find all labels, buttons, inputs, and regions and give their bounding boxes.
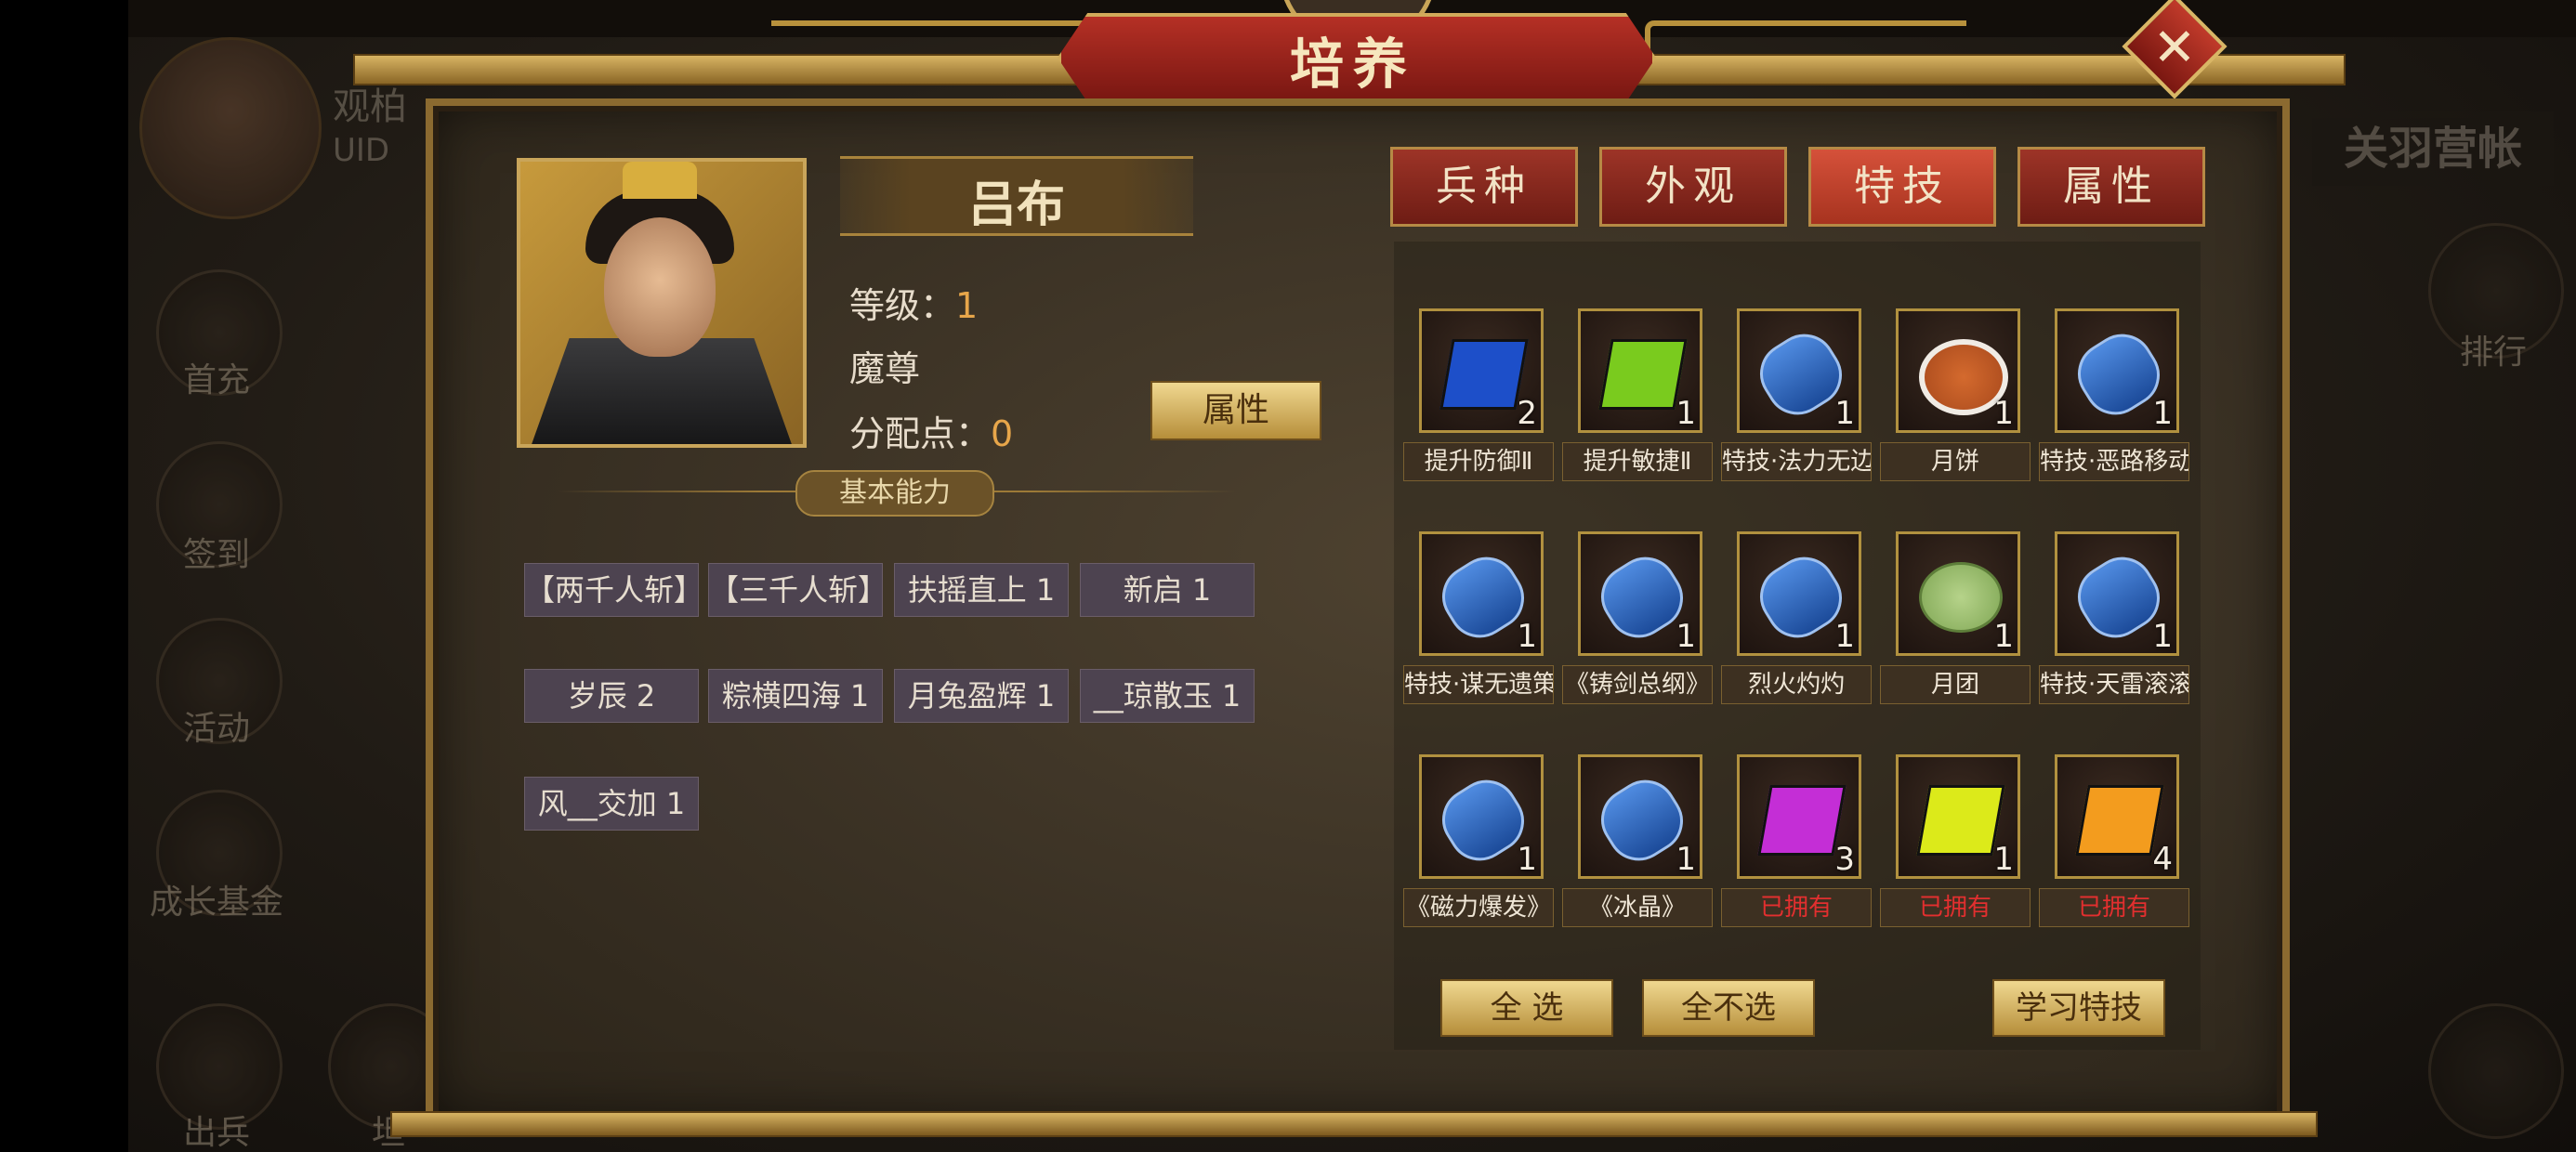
basic-ability-label: 基本能力 [795, 470, 994, 517]
menu-button[interactable] [2428, 1003, 2564, 1139]
points-label: 分配点： [849, 413, 992, 454]
item-count: 1 [1676, 841, 1696, 878]
deploy-label: 出兵 [182, 1114, 250, 1152]
tab-appearance[interactable]: 外观 [1599, 147, 1787, 227]
portrait-crown [623, 162, 697, 199]
dialog-bottom-frame [390, 1111, 2318, 1137]
select-all-button[interactable]: 全 选 [1440, 979, 1613, 1037]
item-count: 1 [2152, 395, 2173, 432]
item-count: 1 [1993, 841, 2014, 878]
skill-tag[interactable]: 扶摇直上 1 [894, 563, 1069, 617]
blue-book-icon [1439, 339, 1529, 410]
frame-ornament-right [1645, 20, 1966, 63]
level-label: 等级： [849, 285, 956, 326]
item-slot[interactable]: 1 [2055, 308, 2179, 433]
close-icon[interactable]: ✕ [2137, 11, 2212, 85]
green-book-icon [1598, 339, 1688, 410]
ranking-label: 排行 [2459, 334, 2527, 372]
attribute-button[interactable]: 属性 [1150, 381, 1321, 440]
hero-portrait [517, 158, 807, 448]
frame-ornament-left [771, 20, 1093, 63]
player-avatar[interactable] [139, 37, 322, 219]
item-count: 1 [1834, 395, 1855, 432]
skill-tag[interactable]: 【两千人斩】 [524, 563, 703, 617]
skill-tag[interactable]: __琼散玉 1 [1080, 669, 1255, 723]
item-label: 特技·天雷滚滚 [2039, 665, 2189, 704]
item-count: 4 [2152, 841, 2173, 878]
skill-tag[interactable]: 【三千人斩】 [708, 563, 887, 617]
item-slot[interactable]: 1 [1737, 308, 1861, 433]
item-slot[interactable]: 3 [1737, 754, 1861, 879]
sign-in-label: 签到 [182, 536, 250, 574]
skill-tag[interactable]: 风__交加 1 [524, 777, 699, 831]
item-slot[interactable]: 1 [1578, 531, 1702, 656]
item-count: 1 [1517, 841, 1537, 878]
item-slot[interactable]: 1 [1896, 308, 2020, 433]
tab-attributes[interactable]: 属性 [2017, 147, 2205, 227]
item-count: 1 [1834, 618, 1855, 655]
item-count: 1 [1517, 618, 1537, 655]
item-count: 1 [1993, 618, 2014, 655]
item-label: 月饼 [1880, 442, 2031, 481]
item-owned-label: 已拥有 [1880, 888, 2031, 927]
item-label: 烈火灼灼 [1721, 665, 1872, 704]
player-uid: UID [333, 132, 390, 169]
item-slot[interactable]: 1 [1896, 754, 2020, 879]
item-slot[interactable]: 1 [1578, 308, 1702, 433]
tab-troop-type[interactable]: 兵种 [1390, 147, 1578, 227]
learn-skill-button[interactable]: 学习特技 [1992, 979, 2165, 1037]
dialog-title: 培养 [1289, 33, 1416, 96]
item-label: 特技·谋无遗策 [1403, 665, 1554, 704]
item-slot[interactable]: 2 [1419, 308, 1544, 433]
first-recharge-label: 首充 [182, 361, 250, 399]
item-slot[interactable]: 1 [1578, 754, 1702, 879]
points-value: 0 [991, 413, 1014, 454]
item-label: 月团 [1880, 665, 2031, 704]
item-slot[interactable]: 1 [1419, 531, 1544, 656]
orange-book-icon [2075, 785, 2164, 856]
event-label: 活动 [182, 710, 250, 748]
item-count: 3 [1834, 841, 1855, 878]
item-owned-label: 已拥有 [1721, 888, 1872, 927]
skill-tag[interactable]: 新启 1 [1080, 563, 1255, 617]
item-count: 1 [1676, 395, 1696, 432]
item-slot[interactable]: 1 [1896, 531, 2020, 656]
item-owned-label: 已拥有 [2039, 888, 2189, 927]
hero-title: 魔尊 [849, 348, 921, 389]
item-slot[interactable]: 1 [1419, 754, 1544, 879]
item-label: 提升敏捷Ⅱ [1562, 442, 1713, 481]
camp-title: 关羽营帐 [2312, 111, 2554, 186]
select-none-button[interactable]: 全不选 [1642, 979, 1815, 1037]
hero-name: 吕布 [967, 177, 1065, 233]
green-mooncake-icon [1919, 562, 2003, 633]
item-slot[interactable]: 1 [1737, 531, 1861, 656]
hero-points: 分配点：0 [849, 405, 1013, 456]
yellow-book-icon [1916, 785, 2005, 856]
item-label: 提升防御Ⅱ [1403, 442, 1554, 481]
item-label: 《冰晶》 [1562, 888, 1713, 927]
item-count: 1 [1993, 395, 2014, 432]
hero-level: 等级：1 [849, 277, 978, 328]
tab-special-skill[interactable]: 特技 [1808, 147, 1996, 227]
skill-tag[interactable]: 粽横四海 1 [708, 669, 883, 723]
level-value: 1 [955, 285, 979, 326]
item-count: 1 [1676, 618, 1696, 655]
item-count: 2 [1517, 395, 1537, 432]
item-slot[interactable]: 4 [2055, 754, 2179, 879]
item-label: 《铸剑总纲》 [1562, 665, 1713, 704]
portrait-face [604, 217, 716, 357]
item-label: 《磁力爆发》 [1403, 888, 1554, 927]
item-slot[interactable]: 1 [2055, 531, 2179, 656]
purple-book-icon [1757, 785, 1847, 856]
item-label: 特技·法力无边 [1721, 442, 1872, 481]
growth-fund-label: 成长基金 [149, 884, 283, 922]
item-count: 1 [2152, 618, 2173, 655]
skill-tag[interactable]: 岁辰 2 [524, 669, 699, 723]
skill-tag[interactable]: 月兔盈辉 1 [894, 669, 1069, 723]
item-label: 特技·恶路移动 [2039, 442, 2189, 481]
